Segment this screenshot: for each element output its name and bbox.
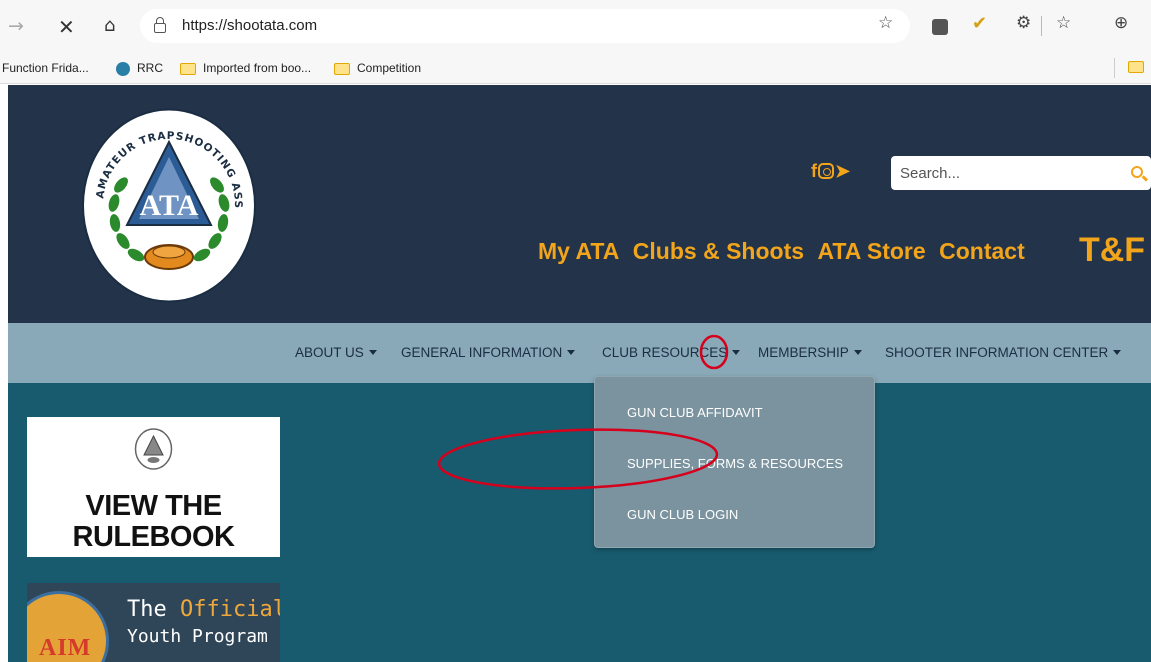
rulebook-banner[interactable]: VIEW THE RULEBOOK (27, 417, 280, 557)
link-contact[interactable]: Contact (939, 235, 1025, 267)
puzzle-icon[interactable]: ⚙ (1016, 15, 1031, 32)
nav-club-resources[interactable]: CLUB RESOURCES (602, 345, 741, 361)
instagram-icon[interactable] (818, 163, 834, 179)
site-header: AMATEUR TRAPSHOOTING ASSOCIATION ATA (8, 85, 1151, 323)
rulebook-line-1: VIEW THE (85, 490, 222, 522)
bookmark-item[interactable]: l Function Frida... (0, 59, 89, 77)
dropdown-gun-club-login[interactable]: GUN CLUB LOGIN (627, 507, 738, 522)
caret-down-icon (567, 350, 576, 355)
bookmark-item[interactable]: RRC (116, 59, 163, 77)
twitter-icon[interactable]: ➤ (835, 161, 850, 181)
caret-down-icon (732, 350, 741, 355)
bookmarks-divider (1114, 58, 1115, 78)
address-bar[interactable]: https://shootata.com (140, 9, 910, 43)
main-content: VIEW THE RULEBOOK AIM The Official Youth… (8, 383, 1151, 662)
search-box (891, 156, 1151, 190)
ata-logo[interactable]: AMATEUR TRAPSHOOTING ASSOCIATION ATA (81, 107, 257, 304)
search-input[interactable] (900, 162, 1110, 184)
search-icon[interactable] (1131, 166, 1143, 178)
other-favorites-folder-icon[interactable] (1128, 61, 1144, 73)
bookmark-folder[interactable]: Imported from boo... (180, 59, 311, 77)
collections-icon[interactable]: ⊕ (1114, 15, 1128, 32)
caret-down-icon (853, 350, 862, 355)
ata-mini-logo (134, 428, 173, 470)
aim-letters: AIM (39, 635, 92, 661)
close-icon[interactable]: ✕ (58, 17, 75, 37)
nav-shooter-information-center[interactable]: SHOOTER INFORMATION CENTER (885, 345, 1122, 361)
svg-text:ATA: ATA (140, 189, 199, 222)
caret-down-icon (368, 350, 377, 355)
social-links: f ➤ (811, 161, 850, 182)
main-nav: ABOUT US GENERAL INFORMATION CLUB RESOUR… (8, 323, 1151, 383)
nav-about-us[interactable]: ABOUT US (295, 345, 377, 361)
rulebook-line-2: RULEBOOK (72, 521, 235, 553)
folder-icon (180, 62, 196, 75)
link-ata-store[interactable]: ATA Store (817, 235, 925, 267)
favorites-icon[interactable]: ☆ (1056, 15, 1071, 32)
app: → ✕ ⌂ https://shootata.com ☆ ✔ ⚙ ☆ ⊕ l F… (0, 0, 1151, 662)
utility-nav: My ATA Clubs & Shoots ATA Store Contact (538, 235, 1034, 267)
toolbar-divider (1041, 16, 1042, 36)
folder-icon (334, 62, 350, 75)
aim-line-2: Youth Program (127, 626, 268, 647)
nav-membership[interactable]: MEMBERSHIP (758, 345, 862, 361)
lock-icon[interactable] (154, 17, 166, 33)
tf-logo[interactable]: T&F (1076, 227, 1151, 271)
extension-icon[interactable] (932, 19, 948, 35)
link-clubs-shoots[interactable]: Clubs & Shoots (633, 235, 804, 267)
url-text[interactable]: https://shootata.com (182, 17, 317, 34)
dropdown-supplies-forms-resources[interactable]: SUPPLIES, FORMS & RESOURCES (627, 456, 843, 471)
home-icon[interactable]: ⌂ (104, 17, 115, 35)
check-extension-icon[interactable]: ✔ (972, 15, 987, 33)
forward-arrow-icon[interactable]: → (8, 17, 24, 36)
facebook-icon[interactable]: f (811, 161, 817, 181)
club-resources-dropdown: GUN CLUB AFFIDAVIT SUPPLIES, FORMS & RES… (594, 376, 875, 548)
bookmarks-bar: l Function Frida... RRC Imported from bo… (0, 52, 1151, 84)
svg-text:T&F: T&F (1079, 231, 1145, 269)
aim-line-1: The Official (127, 597, 280, 622)
link-my-ata[interactable]: My ATA (538, 235, 619, 267)
dropdown-gun-club-affidavit[interactable]: GUN CLUB AFFIDAVIT (627, 405, 763, 420)
rrc-icon (116, 61, 130, 76)
aim-youth-banner[interactable]: AIM The Official Youth Program (27, 583, 280, 662)
caret-down-icon (1113, 350, 1122, 355)
favorite-star-icon[interactable]: ☆ (878, 15, 893, 32)
bookmark-folder[interactable]: Competition (334, 59, 421, 77)
browser-toolbar: → ✕ ⌂ https://shootata.com ☆ ✔ ⚙ ☆ ⊕ (0, 0, 1151, 52)
nav-general-information[interactable]: GENERAL INFORMATION (401, 345, 576, 361)
